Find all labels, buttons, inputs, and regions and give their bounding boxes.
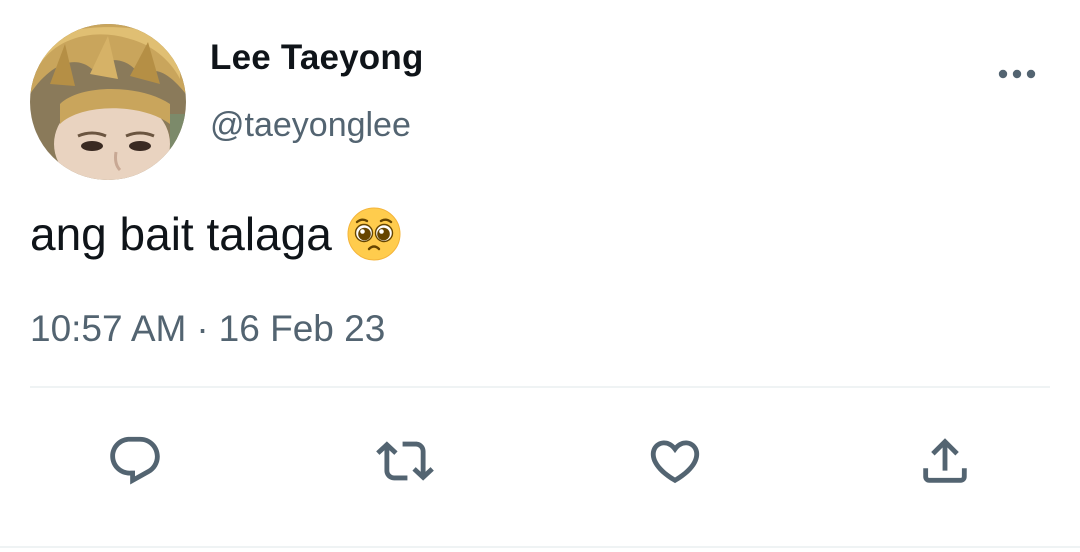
tweet-date: 16 Feb 23: [218, 308, 386, 349]
share-icon: [923, 438, 967, 483]
timestamp[interactable]: 10:57 AM · 16 Feb 23: [30, 308, 385, 350]
heart-icon: [650, 440, 700, 484]
tweet-body: ang bait talaga: [30, 208, 332, 260]
tweet-text: ang bait talaga: [30, 206, 402, 262]
pleading-face-icon: [346, 206, 402, 262]
avatar[interactable]: [30, 24, 186, 180]
reply-icon: [110, 436, 160, 485]
retweet-icon: [376, 441, 434, 481]
more-horizontal-icon[interactable]: [996, 60, 1038, 88]
avatar-image: [30, 24, 186, 180]
user-handle[interactable]: @taeyonglee: [210, 106, 411, 145]
display-name[interactable]: Lee Taeyong: [210, 38, 424, 78]
tweet: Lee Taeyong @taeyonglee ang bait talaga: [0, 0, 1080, 552]
divider: [30, 386, 1050, 388]
bottom-divider: [0, 546, 1080, 548]
action-bar: [0, 426, 1080, 496]
reply-button[interactable]: [100, 426, 170, 496]
like-button[interactable]: [640, 426, 710, 496]
tweet-time: 10:57 AM: [30, 308, 187, 349]
timestamp-separator: ·: [196, 308, 209, 349]
retweet-button[interactable]: [370, 426, 440, 496]
share-button[interactable]: [910, 426, 980, 496]
